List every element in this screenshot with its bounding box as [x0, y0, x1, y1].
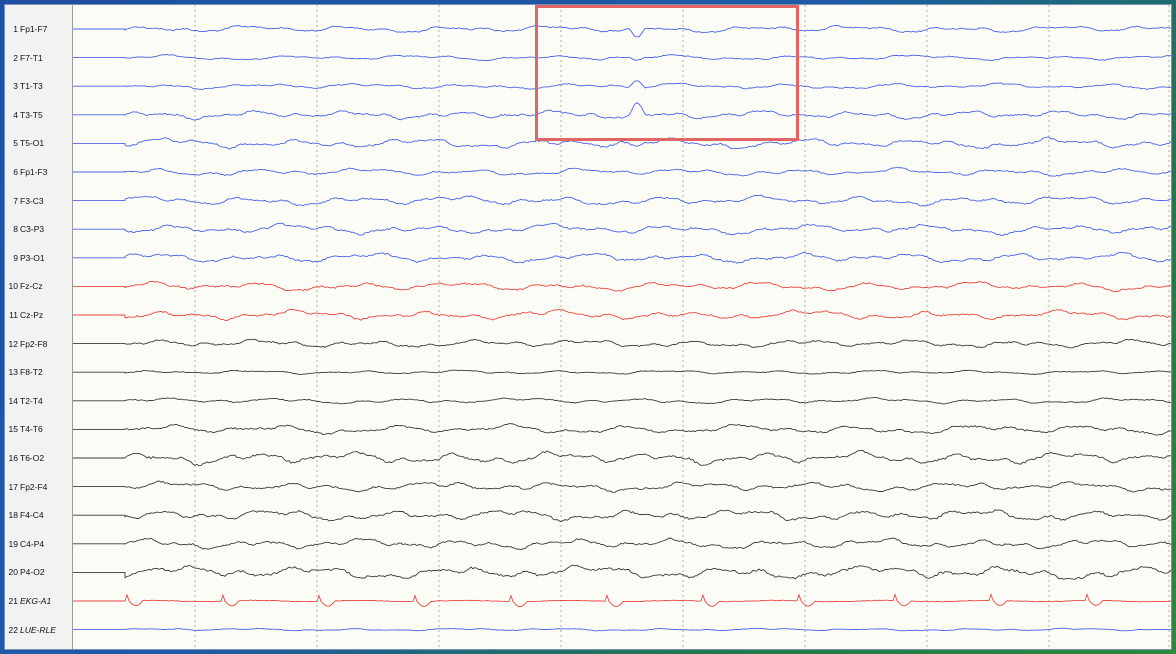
channel-number: 11	[9, 310, 18, 320]
channel-name: T6-O2	[20, 453, 45, 463]
channel-label[interactable]: 20 P4-O2	[6, 567, 45, 577]
channel-name: F4-C4	[20, 510, 44, 521]
eeg-trace	[73, 509, 1171, 523]
channel-label[interactable]: 10 Fz-Cz	[6, 281, 43, 291]
channel-number: 20	[8, 567, 18, 578]
channel-label[interactable]: 7 F3-C3	[6, 195, 44, 206]
channel-label[interactable]: 11 Cz-Pz	[6, 310, 43, 320]
channel-label[interactable]: 12 Fp2-F8	[6, 338, 48, 349]
eeg-viewer: 1 Fp1-F7 2 F7-T1 3 T1-T3 4 T3-T5 5 T5-O1 6 Fp1-F3 7 F…	[4, 4, 1172, 650]
channel-number: 19	[8, 538, 18, 549]
channel-label[interactable]: 3 T1-T3	[6, 81, 43, 92]
channel-label[interactable]: 4 T3-T5	[6, 109, 43, 120]
eeg-trace	[73, 450, 1171, 467]
eeg-trace	[73, 627, 1171, 632]
eeg-trace	[73, 423, 1171, 436]
eeg-trace	[73, 537, 1171, 551]
channel-name: F3-C3	[20, 195, 44, 206]
channel-name: F8-T2	[20, 367, 43, 378]
channel-label[interactable]: 14 T2-T4	[6, 396, 43, 406]
channel-number: 4	[13, 109, 18, 120]
channel-name: T4-T6	[20, 424, 43, 435]
channel-name: C4-P4	[20, 538, 45, 549]
channel-name: P3-O1	[20, 252, 45, 263]
channel-label[interactable]: 5 T5-O1	[6, 138, 44, 148]
channel-number: 8	[13, 224, 18, 235]
channel-label[interactable]: 21 EKG-A1	[6, 596, 52, 606]
channel-number: 18	[8, 510, 18, 521]
channel-name: Fp2-F8	[20, 338, 48, 349]
eeg-trace	[73, 166, 1171, 177]
channel-number: 3	[13, 81, 18, 92]
eeg-trace	[73, 251, 1171, 264]
channel-name: T2-T4	[20, 395, 43, 406]
channel-label[interactable]: 22 LUE-RLE	[6, 625, 56, 635]
channel-label-column: 1 Fp1-F7 2 F7-T1 3 T1-T3 4 T3-T5 5 T5-O1 6 Fp1-F3 7 F…	[5, 5, 73, 649]
channel-label[interactable]: 6 Fp1-F3	[6, 167, 47, 177]
channel-name: F7-T1	[20, 52, 43, 63]
channel-label[interactable]: 19 C4-P4	[6, 538, 45, 549]
channel-label[interactable]: 13 F8-T2	[6, 367, 43, 377]
channel-label[interactable]: 9 P3-O1	[6, 252, 45, 263]
channel-label[interactable]: 18 F4-C4	[6, 510, 44, 520]
channel-number: 6	[13, 167, 18, 177]
channel-name: Fp1-F3	[20, 167, 48, 177]
channel-number: 22	[8, 624, 18, 635]
eeg-trace	[73, 280, 1171, 293]
channel-name: Fp2-F4	[20, 481, 48, 492]
channel-label[interactable]: 17 Fp2-F4	[6, 481, 48, 492]
channel-number: 16	[8, 453, 18, 463]
channel-number: 2	[13, 52, 18, 63]
channel-name: T3-T5	[20, 109, 43, 120]
channel-number: 5	[13, 138, 18, 149]
channel-label[interactable]: 15 T4-T6	[6, 424, 43, 434]
channel-name: Cz-Pz	[20, 310, 44, 320]
channel-number: 13	[8, 367, 18, 378]
channel-number: 9	[13, 252, 18, 263]
channel-name: P4-O2	[20, 567, 45, 578]
channel-name: Fz-Cz	[20, 281, 43, 292]
eeg-trace	[73, 194, 1171, 207]
eeg-trace	[73, 338, 1171, 349]
channel-number: 10	[8, 281, 18, 292]
channel-name: EKG-A1	[20, 596, 52, 606]
channel-name: LUE-RLE	[20, 624, 56, 635]
channel-label[interactable]: 1 Fp1-F7	[6, 24, 47, 34]
channel-label[interactable]: 16 T6-O2	[6, 453, 45, 463]
channel-number: 1	[13, 24, 18, 34]
channel-name: Fp1-F7	[20, 24, 48, 34]
channel-label[interactable]: 2 F7-T1	[6, 52, 43, 63]
channel-number: 12	[8, 338, 18, 349]
channel-name: C3-P3	[20, 224, 45, 235]
channel-number: 7	[13, 195, 18, 206]
channel-number: 21	[8, 596, 18, 606]
eeg-trace	[73, 480, 1171, 493]
eeg-trace	[73, 369, 1171, 376]
eeg-trace	[73, 564, 1171, 580]
eeg-trace	[73, 396, 1171, 405]
channel-name: T1-T3	[20, 81, 43, 92]
channel-name: T5-O1	[20, 138, 45, 149]
channel-label[interactable]: 8 C3-P3	[6, 224, 44, 234]
eeg-trace	[73, 308, 1171, 321]
eeg-trace	[73, 222, 1171, 236]
eeg-trace	[73, 592, 1171, 607]
channel-number: 15	[8, 424, 18, 435]
selection-box[interactable]	[535, 5, 799, 141]
channel-number: 14	[8, 395, 18, 406]
channel-number: 17	[8, 481, 18, 492]
